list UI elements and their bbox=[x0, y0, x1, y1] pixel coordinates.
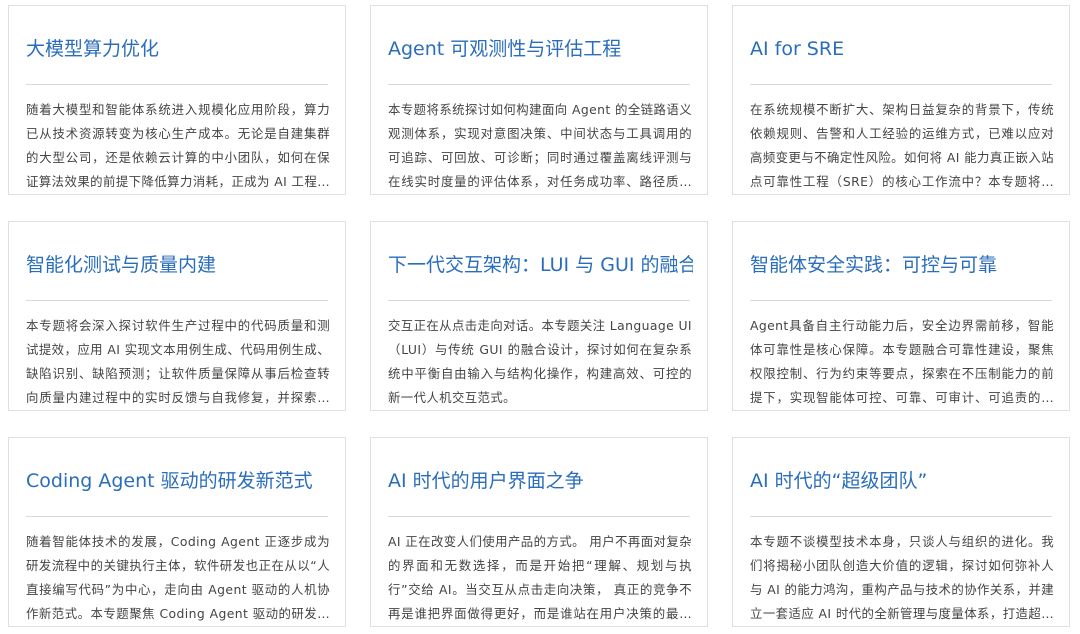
topic-card-coding-agent[interactable]: Coding Agent 驱动的研发新范式 随着智能体技术的发展，Coding … bbox=[8, 437, 346, 627]
topic-card-super-team[interactable]: AI 时代的“超级团队” 本专题不谈模型技术本身，只谈人与组织的进化。我们将揭秘… bbox=[732, 437, 1070, 627]
card-title: AI 时代的用户界面之争 bbox=[388, 470, 584, 492]
topic-card-lui-gui-fusion[interactable]: 下一代交互架构：LUI 与 GUI 的融合 交互正在从点击走向对话。本专题关注 … bbox=[370, 221, 708, 411]
card-divider bbox=[26, 300, 328, 301]
card-divider bbox=[388, 300, 690, 301]
topic-card-ai-ui-competition[interactable]: AI 时代的用户界面之争 AI 正在改变人们使用产品的方式。 用户不再面对复杂的… bbox=[370, 437, 708, 627]
card-divider bbox=[26, 516, 328, 517]
topic-card-grid: 大模型算力优化 随着大模型和智能体系统进入规模化应用阶段，算力已从技术资源转变为… bbox=[0, 0, 1080, 634]
card-title: AI for SRE bbox=[750, 38, 845, 60]
card-title: Agent 可观测性与评估工程 bbox=[388, 38, 622, 60]
card-description: 随着智能体技术的发展，Coding Agent 正逐步成为研发流程中的关键执行主… bbox=[26, 534, 330, 621]
card-title: 智能体安全实践：可控与可靠 bbox=[750, 254, 998, 276]
card-divider bbox=[388, 516, 690, 517]
topic-card-ai-for-sre[interactable]: AI for SRE 在系统规模不断扩大、架构日益复杂的背景下，传统依赖规则、告… bbox=[732, 5, 1070, 195]
topic-card-agent-observability[interactable]: Agent 可观测性与评估工程 本专题将系统探讨如何构建面向 Agent 的全链… bbox=[370, 5, 708, 195]
card-title: Coding Agent 驱动的研发新范式 bbox=[26, 470, 313, 492]
card-divider bbox=[750, 516, 1052, 517]
card-divider bbox=[388, 84, 690, 85]
card-description: 本专题将系统探讨如何构建面向 Agent 的全链路语义观测体系，实现对意图决策、… bbox=[388, 102, 692, 189]
topic-card-compute-optimization[interactable]: 大模型算力优化 随着大模型和智能体系统进入规模化应用阶段，算力已从技术资源转变为… bbox=[8, 5, 346, 195]
card-description: AI 正在改变人们使用产品的方式。 用户不再面对复杂的界面和无数选择，而是开始把… bbox=[388, 534, 692, 621]
card-title: 智能化测试与质量内建 bbox=[26, 254, 217, 276]
card-title: 下一代交互架构：LUI 与 GUI 的融合 bbox=[388, 254, 693, 276]
card-title: AI 时代的“超级团队” bbox=[750, 470, 928, 492]
topic-card-agent-safety[interactable]: 智能体安全实践：可控与可靠 Agent具备自主行动能力后，安全边界需前移，智能体… bbox=[732, 221, 1070, 411]
card-description: 随着大模型和智能体系统进入规模化应用阶段，算力已从技术资源转变为核心生产成本。无… bbox=[26, 102, 330, 189]
card-divider bbox=[750, 84, 1052, 85]
card-description: 本专题将会深入探讨软件生产过程中的代码质量和测试提效，应用 AI 实现文本用例生… bbox=[26, 318, 330, 405]
card-description: 在系统规模不断扩大、架构日益复杂的背景下，传统依赖规则、告警和人工经验的运维方式… bbox=[750, 102, 1054, 189]
card-divider bbox=[750, 300, 1052, 301]
card-description: 交互正在从点击走向对话。本专题关注 Language UI（LUI）与传统 GU… bbox=[388, 318, 692, 405]
card-description: 本专题不谈模型技术本身，只谈人与组织的进化。我们将揭秘小团队创造大价值的逻辑，探… bbox=[750, 534, 1054, 621]
card-description: Agent具备自主行动能力后，安全边界需前移，智能体可靠性是核心保障。本专题融合… bbox=[750, 318, 1054, 405]
card-title: 大模型算力优化 bbox=[26, 38, 160, 60]
card-divider bbox=[26, 84, 328, 85]
topic-card-intelligent-testing[interactable]: 智能化测试与质量内建 本专题将会深入探讨软件生产过程中的代码质量和测试提效，应用… bbox=[8, 221, 346, 411]
